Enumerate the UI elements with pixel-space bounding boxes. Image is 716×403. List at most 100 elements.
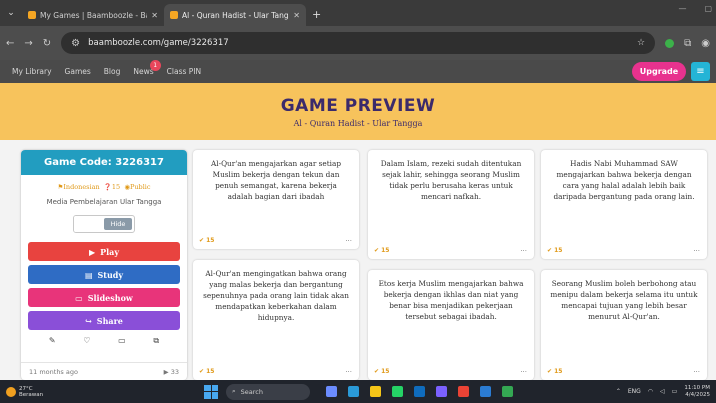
question-card[interactable]: Seorang Muslim boleh berbohong atau meni… xyxy=(541,270,707,380)
share-icon: ↪ xyxy=(85,315,92,326)
more-options-icon[interactable]: ··· xyxy=(520,247,527,255)
url-field[interactable]: ⚙ baamboozle.com/game/3226317 ☆ xyxy=(61,32,656,54)
question-card[interactable]: Dalam Islam, rezeki sudah ditentukan sej… xyxy=(368,150,534,259)
more-options-icon[interactable]: ··· xyxy=(693,368,700,376)
action-label: Slideshow xyxy=(87,292,133,303)
more-options-icon[interactable]: ··· xyxy=(693,247,700,255)
taskbar-apps xyxy=(326,386,513,397)
upgrade-button[interactable]: Upgrade xyxy=(632,62,686,81)
share-button[interactable]: ↪ Share xyxy=(28,311,180,330)
game-code: Game Code: 3226317 xyxy=(21,150,187,175)
question-card[interactable]: Hadis Nabi Muhammad SAW mengajarkan bahw… xyxy=(541,150,707,259)
chrome-active-icon[interactable] xyxy=(502,386,513,397)
nav-blog[interactable]: Blog xyxy=(104,67,121,76)
tab-search-icon[interactable]: ⌄ xyxy=(0,2,22,24)
puzzle-icon[interactable]: ⧉ xyxy=(684,38,691,49)
more-options-icon[interactable]: ··· xyxy=(345,368,352,376)
action-label: Share xyxy=(96,315,123,326)
question-count-icon: ❓ xyxy=(103,183,112,191)
store-icon[interactable] xyxy=(414,386,425,397)
lang-label[interactable]: ENG xyxy=(628,388,641,395)
close-tab-icon[interactable]: ✕ xyxy=(151,11,158,20)
question-card[interactable]: Etos kerja Muslim mengajarkan bahwa beke… xyxy=(368,270,534,380)
site-info-icon[interactable]: ⚙ xyxy=(71,38,80,49)
tab-title: My Games | Baamboozle - Baa xyxy=(40,10,148,20)
file-explorer-icon[interactable] xyxy=(370,386,381,397)
teams-icon[interactable] xyxy=(436,386,447,397)
volume-icon[interactable]: ◁ xyxy=(660,388,665,395)
question-card[interactable]: Al-Qur'an mengingatkan bahwa orang yang … xyxy=(193,260,359,380)
nav-news[interactable]: News 1 xyxy=(133,60,161,76)
clock[interactable]: 11:10 PM 4/4/2025 xyxy=(684,385,710,399)
card-text: Etos kerja Muslim mengajarkan bahwa beke… xyxy=(378,279,524,321)
tray-chevron-icon[interactable]: ⌃ xyxy=(616,388,621,395)
tool-icon-row: ✎ ♡ ▭ ⧉ xyxy=(21,336,187,346)
task-view-icon[interactable] xyxy=(326,386,337,397)
plays-value: 33 xyxy=(170,367,179,376)
window-controls: — ▢ xyxy=(678,4,712,13)
taskbar-search[interactable]: ⌕ Search xyxy=(226,383,310,400)
browser-tab-strip: ⌄ My Games | Baamboozle - Baa ✕ Al - Qur… xyxy=(0,0,716,26)
back-icon[interactable]: ← xyxy=(6,38,14,49)
card-text: Hadis Nabi Muhammad SAW mengajarkan bahw… xyxy=(553,159,695,201)
weather-text: 27°C Berawan xyxy=(19,386,43,398)
study-button[interactable]: ▤ Study xyxy=(28,265,180,284)
card-points-value: 15 xyxy=(206,237,215,244)
chrome-icon[interactable] xyxy=(458,386,469,397)
hide-toggle-label: Hide xyxy=(104,218,132,230)
card-points: ✔ 15 xyxy=(199,237,215,244)
minimize-icon[interactable]: — xyxy=(678,4,686,13)
system-tray: ⌃ ENG ◠ ◁ ▭ 11:10 PM 4/4/2025 xyxy=(616,385,716,399)
url-text: baamboozle.com/game/3226317 xyxy=(88,38,229,48)
browser-tab[interactable]: My Games | Baamboozle - Baa ✕ xyxy=(22,4,164,26)
panel-footer: 11 months ago ▶ 33 xyxy=(21,362,187,380)
favicon-icon xyxy=(28,11,36,19)
tab-title: Al - Quran Hadist - Ular Tangga xyxy=(182,10,290,20)
browser-tab-active[interactable]: Al - Quran Hadist - Ular Tangga ✕ xyxy=(164,4,306,26)
wifi-icon[interactable]: ◠ xyxy=(648,388,653,395)
nav-class-pin[interactable]: Class PIN xyxy=(167,67,201,76)
bookmark-star-icon[interactable]: ☆ xyxy=(637,38,645,48)
maximize-icon[interactable]: ▢ xyxy=(704,4,712,13)
copy-icon[interactable]: ⧉ xyxy=(153,336,159,346)
windows-taskbar: 27°C Berawan ⌕ Search ⌃ ENG ◠ ◁ ▭ 11:10 P… xyxy=(0,380,716,403)
action-buttons: ▶ Play ▤ Study ▭ Slideshow ↪ Share xyxy=(21,242,187,330)
weather-widget[interactable]: 27°C Berawan xyxy=(0,386,190,398)
more-options-icon[interactable]: ··· xyxy=(520,368,527,376)
hide-toggle[interactable]: Hide xyxy=(73,215,135,233)
nav-games[interactable]: Games xyxy=(65,67,91,76)
preview-banner: GAME PREVIEW Al - Quran Hadist - Ular Ta… xyxy=(0,83,716,140)
new-tab-button[interactable]: + xyxy=(312,8,321,21)
nav-my-library[interactable]: My Library xyxy=(12,67,52,76)
card-points: ✔ 15 xyxy=(199,368,215,375)
battery-icon[interactable]: ▭ xyxy=(672,388,678,395)
weather-condition: Berawan xyxy=(19,391,44,398)
edge-icon[interactable] xyxy=(348,386,359,397)
card-points-value: 15 xyxy=(554,368,563,375)
whatsapp-icon[interactable] xyxy=(392,386,403,397)
favicon-icon xyxy=(170,11,178,19)
main-content: GAME PREVIEW Al - Quran Hadist - Ular Ta… xyxy=(0,83,716,380)
game-subtitle: Al - Quran Hadist - Ular Tangga xyxy=(293,118,423,128)
close-tab-icon[interactable]: ✕ xyxy=(293,11,300,20)
heart-icon[interactable]: ♡ xyxy=(83,336,90,346)
forward-icon[interactable]: → xyxy=(24,38,32,49)
extension-icon[interactable] xyxy=(665,38,675,48)
more-options-icon[interactable]: ··· xyxy=(345,237,352,245)
start-button[interactable] xyxy=(204,384,218,399)
word-icon[interactable] xyxy=(480,386,491,397)
game-meta: ⚑Indonesian ❓15 ◉Public xyxy=(21,183,187,191)
question-card[interactable]: Al-Qur'an mengajarkan agar setiap Muslim… xyxy=(193,150,359,249)
hamburger-icon[interactable]: ≡ xyxy=(691,62,710,81)
folder-icon[interactable]: ▭ xyxy=(118,336,126,346)
profile-icon[interactable]: ◉ xyxy=(701,38,710,49)
page-title: GAME PREVIEW xyxy=(280,95,436,116)
card-points: ✔ 15 xyxy=(374,368,390,375)
pencil-icon[interactable]: ✎ xyxy=(49,336,56,346)
card-text: Al-Qur'an mengajarkan agar setiap Muslim… xyxy=(211,159,341,201)
card-points: ✔ 15 xyxy=(547,247,563,254)
search-label: Search xyxy=(240,387,263,396)
reload-icon[interactable]: ↻ xyxy=(43,38,51,49)
play-button[interactable]: ▶ Play xyxy=(28,242,180,261)
slideshow-button[interactable]: ▭ Slideshow xyxy=(28,288,180,307)
